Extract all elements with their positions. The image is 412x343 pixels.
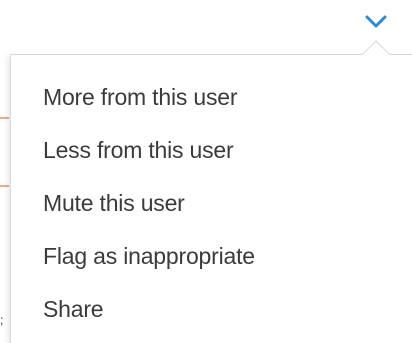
menu-list: More from this user Less from this user … <box>43 75 255 340</box>
background-fragment: ; <box>0 313 4 327</box>
dropdown-stage: ; More from this user Less from this use… <box>0 0 412 343</box>
menu-item-flag-inappropriate[interactable]: Flag as inappropriate <box>43 234 255 287</box>
menu-item-less-from-user[interactable]: Less from this user <box>43 128 255 181</box>
context-menu: More from this user Less from this user … <box>10 54 412 343</box>
chevron-down-icon <box>365 15 387 28</box>
menu-item-more-from-user[interactable]: More from this user <box>43 75 255 128</box>
background-divider <box>0 117 9 119</box>
menu-item-share[interactable]: Share <box>43 287 255 340</box>
menu-caret <box>362 40 390 55</box>
menu-toggle-button[interactable] <box>363 11 389 31</box>
menu-item-mute-user[interactable]: Mute this user <box>43 181 255 234</box>
background-divider <box>0 185 9 187</box>
